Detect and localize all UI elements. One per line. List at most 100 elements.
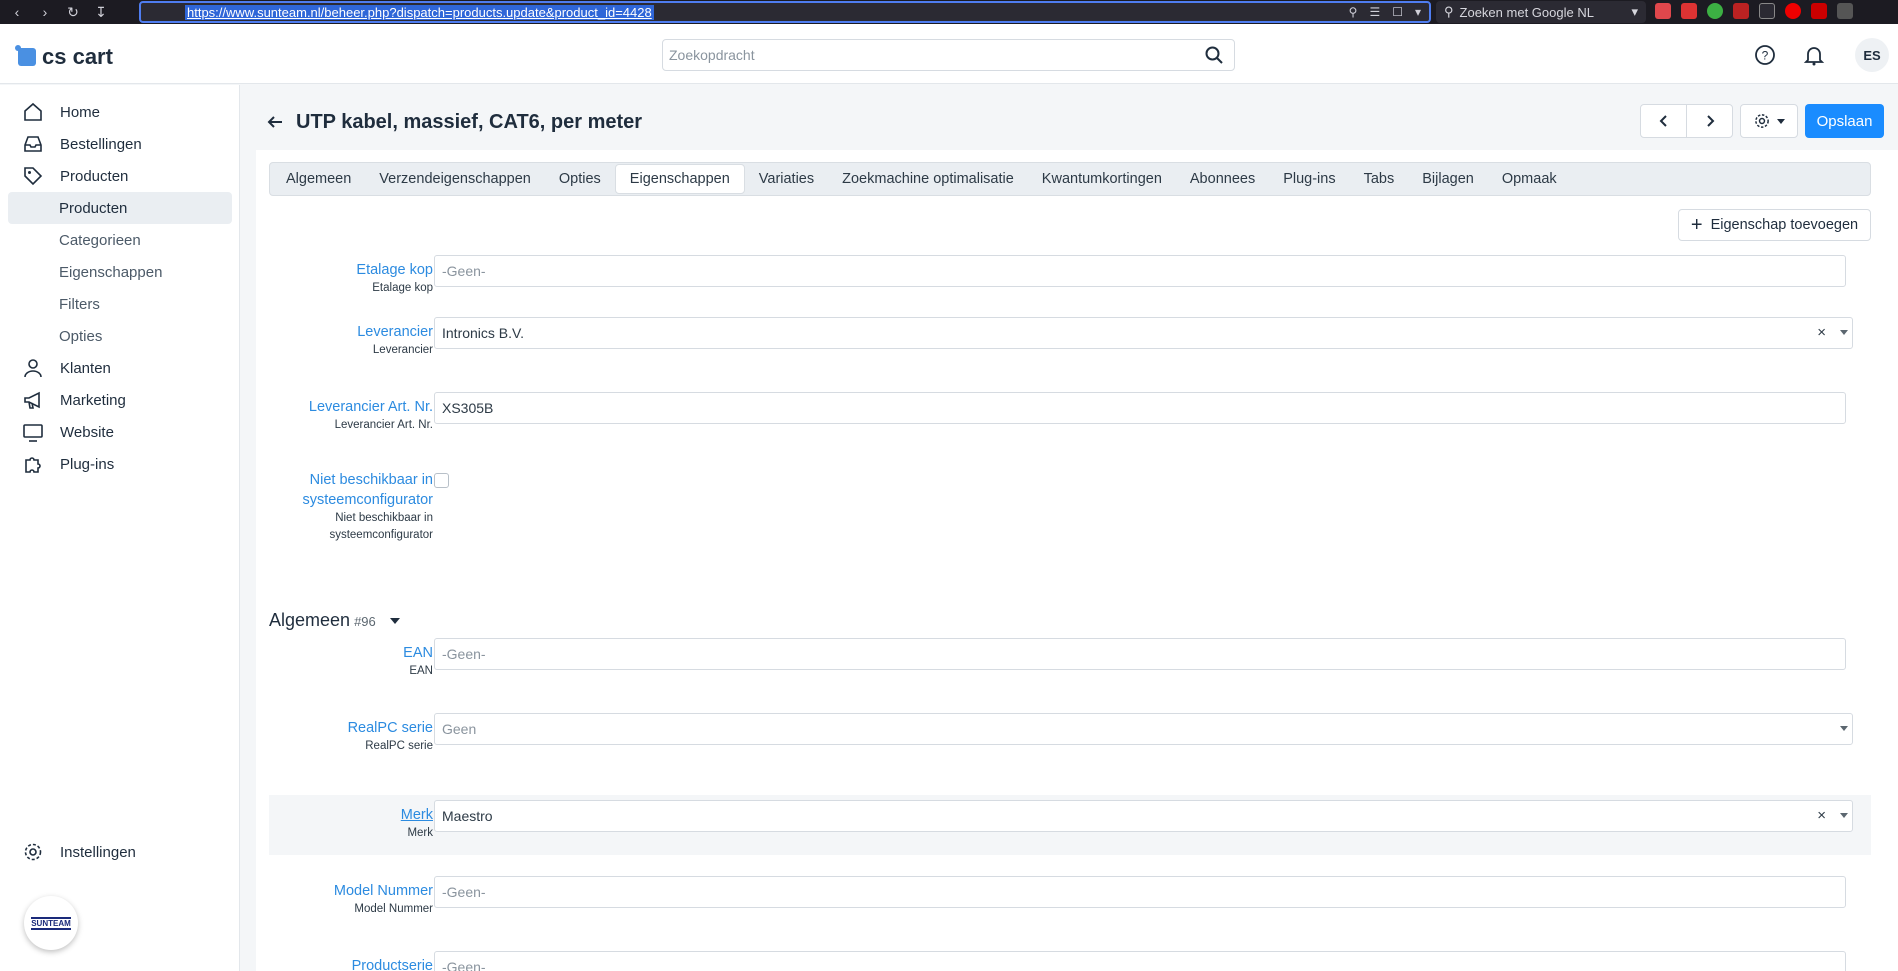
- sidebar-item-instellingen[interactable]: Instellingen: [8, 836, 232, 868]
- tab-abonnees[interactable]: Abonnees: [1176, 164, 1269, 194]
- sidebar-subitem-filters[interactable]: Filters: [8, 288, 232, 320]
- reader-icon[interactable]: ☰: [1369, 5, 1380, 19]
- tab-opmaak[interactable]: Opmaak: [1488, 164, 1571, 194]
- megaphone-icon: [24, 391, 40, 409]
- sidebar-item-producten[interactable]: Producten: [8, 160, 232, 192]
- tab-bijlagen[interactable]: Bijlagen: [1408, 164, 1488, 194]
- extension-icon[interactable]: [1707, 3, 1723, 19]
- chevron-down-icon[interactable]: [389, 618, 400, 625]
- sidebar-subitem-categorieen[interactable]: Categorieen: [8, 224, 232, 256]
- back-arrow-icon[interactable]: [265, 112, 285, 132]
- model-nummer-field[interactable]: -Geen-: [434, 876, 1846, 908]
- tab-zoekmachine-optimalisatie[interactable]: Zoekmachine optimalisatie: [828, 164, 1028, 194]
- chevron-down-icon[interactable]: ▾: [1415, 5, 1421, 19]
- chevron-down-icon[interactable]: [1840, 330, 1848, 335]
- leverancier-select[interactable]: Intronics B.V. ×: [434, 317, 1853, 349]
- avatar[interactable]: ES: [1855, 38, 1889, 72]
- gear-icon: [24, 843, 42, 861]
- property-sublabel: Model Nummer: [354, 903, 433, 915]
- property-sublabel: RealPC serie: [365, 740, 433, 752]
- tab-kwantumkortingen[interactable]: Kwantumkortingen: [1028, 164, 1176, 194]
- save-button[interactable]: Opslaan: [1805, 104, 1884, 138]
- page-title: UTP kabel, massief, CAT6, per meter: [296, 111, 643, 133]
- chevron-left-icon: [1659, 115, 1667, 127]
- tab-plug-ins[interactable]: Plug-ins: [1269, 164, 1349, 194]
- back-icon[interactable]: ‹: [6, 4, 28, 20]
- browser-search-placeholder: Zoeken met Google NL: [1459, 4, 1594, 20]
- reload-icon[interactable]: ↻: [62, 4, 84, 21]
- sidebar-item-website[interactable]: Website: [8, 416, 232, 448]
- sidebar-item-marketing[interactable]: Marketing: [8, 384, 232, 416]
- property-label[interactable]: Leverancier Art. Nr.: [253, 397, 433, 417]
- product-panel: Algemeen Verzendeigenschappen Opties Eig…: [256, 150, 1898, 971]
- url-text[interactable]: https://www.sunteam.nl/beheer.php?dispat…: [185, 4, 654, 20]
- sidebar-item-bestellingen[interactable]: Bestellingen: [8, 128, 232, 160]
- ean-field[interactable]: -Geen-: [434, 638, 1846, 670]
- property-label[interactable]: Productserie: [269, 956, 433, 971]
- sidebar-subitem-eigenschappen[interactable]: Eigenschappen: [8, 256, 232, 288]
- extension-icon[interactable]: [1655, 3, 1671, 19]
- clear-icon[interactable]: ×: [1817, 324, 1826, 341]
- sidebar-item-klanten[interactable]: Klanten: [8, 352, 232, 384]
- leverancier-art-nr-field[interactable]: XS305B: [434, 392, 1846, 424]
- sidebar-item-home[interactable]: Home: [8, 96, 232, 128]
- search-input[interactable]: [663, 40, 1183, 70]
- merk-select[interactable]: Maestro ×: [434, 800, 1853, 832]
- productserie-field[interactable]: -Geen-: [434, 951, 1846, 971]
- extension-icon[interactable]: [1811, 3, 1827, 19]
- tab-eigenschappen[interactable]: Eigenschappen: [614, 164, 745, 194]
- tab-verzendeigenschappen[interactable]: Verzendeigenschappen: [365, 164, 545, 194]
- property-label[interactable]: systeemconfigurator: [253, 490, 433, 510]
- property-label[interactable]: Merk: [253, 805, 433, 825]
- settings-dropdown-button[interactable]: [1740, 104, 1798, 138]
- sidebar-item-plug-ins[interactable]: Plug-ins: [8, 448, 232, 480]
- help-icon[interactable]: ?: [1754, 44, 1776, 66]
- extension-icon[interactable]: [1837, 3, 1853, 19]
- property-row: RealPC serie RealPC serie Geen: [269, 713, 1871, 773]
- url-bar[interactable]: https://www.sunteam.nl/beheer.php?dispat…: [139, 1, 1431, 23]
- company-logo[interactable]: SUNTEAM: [24, 896, 78, 950]
- realpc-serie-select[interactable]: Geen: [434, 713, 1853, 745]
- chevron-down-icon[interactable]: [1840, 813, 1848, 818]
- next-product-button[interactable]: [1686, 104, 1733, 138]
- tab-opties[interactable]: Opties: [545, 164, 615, 194]
- section-heading[interactable]: Algemeen #96: [269, 610, 400, 631]
- property-label[interactable]: Niet beschikbaar in: [253, 470, 433, 490]
- extension-icon[interactable]: [1785, 3, 1801, 19]
- monitor-icon: [23, 424, 43, 442]
- tab-tabs[interactable]: Tabs: [1350, 164, 1409, 194]
- chevron-down-icon[interactable]: ▾: [1631, 4, 1638, 20]
- property-sublabel: Leverancier: [372, 344, 433, 356]
- bell-icon[interactable]: [1803, 44, 1825, 66]
- property-row: Leverancier Leverancier Intronics B.V. ×: [269, 317, 1871, 377]
- property-label[interactable]: RealPC serie: [253, 718, 433, 738]
- tab-algemeen[interactable]: Algemeen: [272, 164, 365, 194]
- extension-icon[interactable]: [1733, 3, 1749, 19]
- property-label[interactable]: Leverancier: [253, 322, 433, 342]
- extension-icon[interactable]: [1759, 3, 1775, 19]
- chevron-down-icon[interactable]: [1840, 726, 1848, 731]
- sidebar-subitem-opties[interactable]: Opties: [8, 320, 232, 352]
- sidebar-subitem-producten[interactable]: Producten: [8, 192, 232, 224]
- property-label[interactable]: EAN: [253, 643, 433, 663]
- bookmark-icon[interactable]: ☐: [1392, 5, 1403, 19]
- property-label[interactable]: Etalage kop: [253, 260, 433, 280]
- property-row: Etalage kop Etalage kop -Geen-: [269, 255, 1871, 315]
- browser-search[interactable]: ⚲ Zoeken met Google NL ▾: [1436, 1, 1646, 23]
- tab-variaties[interactable]: Variaties: [745, 164, 828, 194]
- property-label[interactable]: Model Nummer: [253, 881, 433, 901]
- app-header: cs cart ? ES: [0, 24, 1898, 84]
- extension-icon[interactable]: [1681, 3, 1697, 19]
- global-search: [662, 39, 1235, 71]
- cs-cart-logo[interactable]: cs cart: [15, 44, 113, 70]
- search-icon[interactable]: [1204, 45, 1224, 65]
- key-icon[interactable]: ⚲: [1349, 5, 1358, 19]
- previous-product-button[interactable]: [1640, 104, 1687, 138]
- etalage-kop-field[interactable]: -Geen-: [434, 255, 1846, 287]
- forward-icon[interactable]: ›: [34, 4, 56, 20]
- clear-icon[interactable]: ×: [1817, 807, 1826, 824]
- property-sublabel: Etalage kop: [372, 282, 433, 294]
- download-icon[interactable]: ↧: [90, 4, 112, 21]
- add-property-button[interactable]: + Eigenschap toevoegen: [1678, 209, 1871, 241]
- niet-beschikbaar-checkbox[interactable]: [434, 473, 449, 488]
